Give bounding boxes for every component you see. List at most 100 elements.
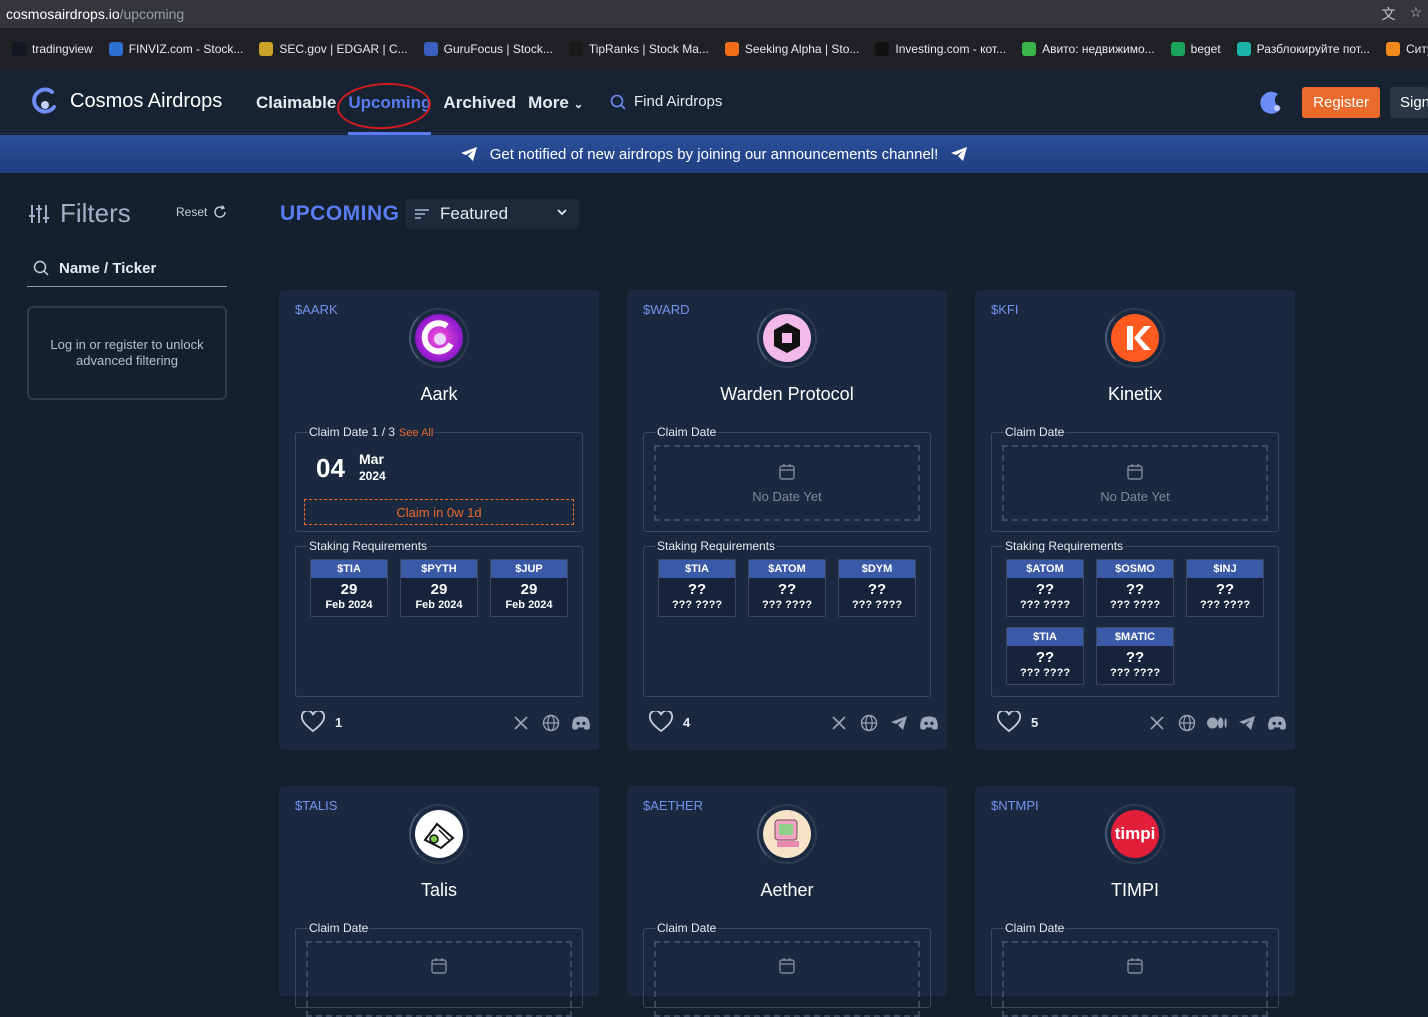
bookmark-item[interactable]: Seeking Alpha | Sto... [724, 41, 859, 56]
sort-select[interactable]: Featured [406, 199, 579, 229]
heart-icon [301, 711, 325, 733]
stake-ticker: $INJ [1187, 560, 1263, 578]
translate-icon[interactable]: 文 [1381, 4, 1395, 24]
bookmark-item[interactable]: Авито: недвижимо... [1022, 41, 1155, 56]
telegram-icon[interactable] [1237, 713, 1257, 733]
bookmark-item[interactable]: Разблокируйте пот... [1236, 41, 1370, 56]
bookmark-favicon-icon [108, 41, 123, 56]
bookmark-item[interactable]: Ситу [1385, 41, 1428, 56]
stake-month-year: ??? ???? [1019, 599, 1071, 611]
card-footer: 1 [301, 711, 591, 735]
x-twitter-icon[interactable] [829, 713, 849, 733]
globe-icon[interactable] [541, 713, 561, 733]
nav-more[interactable]: More ⌄ [528, 91, 583, 115]
address-bar[interactable]: cosmosairdrops.io/upcoming 文 ☆ [0, 0, 1428, 28]
chevron-down-icon: ⌄ [573, 97, 584, 111]
announcement-banner[interactable]: Get notified of new airdrops by joining … [0, 135, 1428, 173]
see-all-link[interactable]: See All [399, 427, 433, 439]
discord-icon[interactable] [919, 713, 939, 733]
stake-day: ?? [1125, 581, 1145, 598]
claim-countdown[interactable]: Claim in 0w 1d [304, 499, 574, 525]
airdrop-card[interactable]: $AETHER Aether Claim Date [627, 786, 947, 1017]
calendar-icon [431, 958, 447, 974]
stake-ticker: $ATOM [749, 560, 825, 578]
stake-month-year: ??? ???? [1109, 667, 1161, 679]
avatar-ring: timpi [1105, 804, 1165, 864]
aether-computer-icon [774, 819, 799, 847]
theme-toggle-icon[interactable] [1256, 88, 1286, 118]
login-to-filter-note[interactable]: Log in or register to unlock advanced fi… [27, 306, 227, 400]
nav-archived[interactable]: Archived [443, 91, 516, 115]
bookmark-item[interactable]: tradingview [12, 41, 93, 56]
calendar-icon [779, 463, 795, 480]
cosmos-logo-icon [32, 87, 56, 114]
social-links [829, 713, 939, 733]
stake-day: ?? [867, 581, 887, 598]
heart-icon [649, 711, 673, 733]
star-icon[interactable]: ☆ [1409, 4, 1422, 24]
discord-icon[interactable] [1267, 713, 1287, 733]
staking-requirement: $PYTH 29 Feb 2024 [400, 559, 478, 617]
brand-logo[interactable]: Cosmos Airdrops [30, 87, 222, 115]
stake-ticker: $PYTH [401, 560, 477, 578]
no-date-text: No Date Yet [752, 488, 822, 504]
card-ticker: $AETHER [643, 798, 703, 813]
x-twitter-icon[interactable] [511, 713, 531, 733]
stake-day: ?? [1125, 649, 1145, 666]
claim-date-box: Claim Date [991, 921, 1279, 1017]
bookmark-item[interactable]: SEC.gov | EDGAR | C... [259, 41, 408, 56]
stake-ticker: $TIA [1007, 628, 1083, 646]
claim-date-label: Claim Date [656, 425, 718, 439]
telegram-icon[interactable] [889, 713, 909, 733]
register-button[interactable]: Register [1302, 87, 1380, 118]
bookmark-item[interactable]: TipRanks | Stock Ma... [568, 41, 709, 56]
section-title: UPCOMING [280, 202, 400, 225]
stake-ticker: $TIA [311, 560, 387, 578]
discord-icon[interactable] [571, 713, 591, 733]
project-name[interactable]: Warden Protocol [627, 384, 947, 405]
search-placeholder: Name / Ticker [59, 259, 157, 277]
bookmark-favicon-icon [1022, 41, 1037, 56]
bookmark-item[interactable]: Investing.com - кот... [875, 41, 1006, 56]
claim-date-box: Claim Date No Date Yet [643, 425, 931, 532]
medium-icon[interactable] [1207, 713, 1227, 733]
project-name[interactable]: TIMPI [975, 880, 1295, 901]
project-name[interactable]: Kinetix [975, 384, 1295, 405]
airdrop-card[interactable]: $KFI Kinetix Claim Date No Date Yet Staking … [975, 290, 1295, 750]
bookmark-item[interactable]: FINVIZ.com - Stock... [108, 41, 243, 56]
stake-month-year: ??? ???? [1019, 667, 1071, 679]
stake-ticker: $OSMO [1097, 560, 1173, 578]
like-button[interactable]: 4 [649, 711, 690, 733]
name-ticker-search-input[interactable]: Name / Ticker [27, 250, 227, 287]
nav-claimable[interactable]: Claimable [256, 91, 336, 115]
project-name[interactable]: Aether [627, 880, 947, 901]
globe-icon[interactable] [859, 713, 879, 733]
warden-logo-icon [774, 323, 800, 353]
no-date-placeholder: No Date Yet [654, 445, 920, 521]
project-name[interactable]: Aark [279, 384, 599, 405]
bookmark-favicon-icon [1385, 41, 1400, 56]
like-button[interactable]: 1 [301, 711, 342, 733]
airdrop-card[interactable]: $NTMPI timpi TIMPI Claim Date [975, 786, 1295, 1017]
airdrop-card[interactable]: $TALIS Talis Claim Date [279, 786, 599, 1017]
no-date-placeholder [654, 941, 920, 1017]
reset-filters-button[interactable]: Reset [176, 205, 227, 219]
bookmark-item[interactable]: GuruFocus | Stock... [423, 41, 553, 56]
like-button[interactable]: 5 [997, 711, 1038, 733]
sign-in-button[interactable]: Sign [1390, 87, 1428, 118]
card-footer: 4 [649, 711, 939, 735]
claim-date-label: Claim Date [1004, 425, 1066, 439]
x-twitter-icon[interactable] [1147, 713, 1167, 733]
project-name[interactable]: Talis [279, 880, 599, 901]
staking-grid: $ATOM????? ???? $OSMO????? ???? $INJ????? … [1006, 559, 1264, 685]
airdrop-card[interactable]: $WARD Warden Protocol Claim Date No Date Ye… [627, 290, 947, 750]
airdrop-card[interactable]: $AARK Aark Claim Date 1 / 3 See All 04 Mar 202… [279, 290, 599, 750]
stake-day: ?? [687, 581, 707, 598]
claim-date-label: Claim Date [1004, 921, 1066, 935]
globe-icon[interactable] [1177, 713, 1197, 733]
bookmark-favicon-icon [875, 41, 890, 56]
no-date-placeholder: No Date Yet [1002, 445, 1268, 521]
bookmark-item[interactable]: beget [1170, 41, 1221, 56]
find-airdrops-button[interactable]: Find Airdrops [610, 93, 722, 110]
stake-month-year: ??? ???? [1199, 599, 1251, 611]
